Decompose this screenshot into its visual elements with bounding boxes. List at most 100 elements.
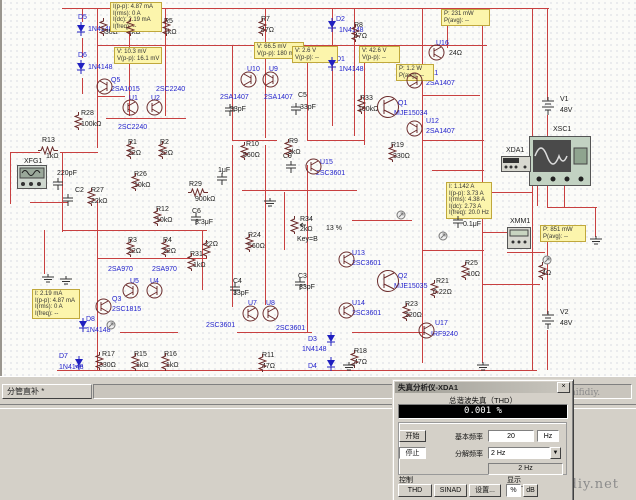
wire — [532, 8, 533, 370]
wire — [284, 192, 285, 250]
wire — [432, 170, 484, 171]
wire — [547, 330, 548, 370]
multimeter-xmm1[interactable] — [507, 227, 531, 249]
component-label: 220pF — [57, 170, 77, 177]
rv-symbol — [161, 239, 170, 257]
fundamental-frequency-input[interactable]: 20 — [488, 430, 534, 442]
resolution-frequency-label: 分解频率 — [437, 449, 483, 459]
percent-display-button[interactable]: % — [506, 484, 521, 497]
rv-symbol — [402, 303, 411, 321]
rv-symbol — [430, 280, 439, 298]
gnd-symbol — [590, 236, 602, 245]
dio-symbol — [327, 57, 337, 71]
rv-symbol — [245, 234, 254, 252]
component-label: U12 — [426, 118, 439, 125]
cap-symbol — [52, 178, 64, 190]
wire — [482, 232, 508, 233]
rh-symbol — [188, 188, 208, 197]
db-display-button[interactable]: dB — [523, 484, 538, 497]
dio-symbol — [78, 318, 88, 332]
npn-symbol — [418, 322, 435, 339]
wire — [422, 140, 484, 141]
component-label: R29 — [189, 181, 202, 188]
wire — [547, 207, 597, 208]
npn-symbol — [146, 99, 163, 116]
rv-symbol — [87, 188, 96, 206]
sinad-mode-button[interactable]: SINAD — [434, 484, 467, 497]
close-icon[interactable]: × — [557, 382, 570, 393]
dialog-titlebar[interactable]: 失真分析仪-XDA1 × — [395, 382, 571, 393]
probe-annotation: I: 2.19 mAI(p-p): 4.87 mAI(rms): 0 AI(fr… — [32, 289, 80, 319]
settings-button[interactable]: 设置... — [469, 484, 501, 497]
stop-button[interactable]: 停止 — [399, 447, 426, 459]
rv-symbol — [74, 112, 83, 130]
npn-symbol — [95, 298, 112, 315]
rv-symbol — [284, 139, 293, 157]
component-label: C5 — [298, 92, 307, 99]
component-label: XSC1 — [553, 126, 571, 133]
wire — [422, 8, 423, 363]
component-label: D7 — [59, 353, 68, 360]
thd-mode-button[interactable]: THD — [398, 484, 432, 497]
npn-symbol — [242, 305, 259, 322]
wire — [232, 45, 233, 140]
cap-symbol — [224, 104, 236, 116]
wire — [422, 95, 480, 96]
pnp-symbol — [146, 282, 163, 299]
component-label: XMM1 — [510, 218, 530, 225]
pnp-symbol — [406, 120, 423, 137]
sheet-tab[interactable]: 分管直补 * — [2, 384, 92, 399]
component-label: Key=B — [297, 236, 318, 243]
component-label: 2SC2240 — [156, 86, 185, 93]
wire — [547, 240, 548, 314]
rv-symbol — [187, 253, 196, 271]
distortion-analyzer-dialog: 失真分析仪-XDA1 × 总谐波失真（THD） 0.001 % 开始 停止 基本… — [392, 379, 574, 500]
component-label: 2SA1015 — [111, 86, 140, 93]
cap-symbol — [452, 216, 464, 228]
rv-symbol — [131, 353, 140, 371]
npn-symbol — [338, 302, 355, 319]
rv-symbol — [357, 96, 366, 114]
distortion-analyzer-xda1[interactable] — [501, 156, 531, 172]
rv-symbol — [158, 141, 167, 159]
component-label: 2SA1407 — [426, 128, 455, 135]
thd-value-display: 0.001 % — [398, 404, 568, 419]
rv-symbol — [99, 18, 108, 36]
rv-symbol — [258, 18, 267, 36]
probe-symbol — [542, 255, 552, 265]
oscilloscope-xsc1[interactable] — [529, 136, 591, 186]
rv-symbol — [126, 18, 135, 36]
component-label: D4 — [308, 363, 317, 370]
component-label: 24Ω — [449, 50, 462, 57]
component-label: 2SC3601 — [352, 310, 381, 317]
component-label: 1N4148 — [88, 64, 113, 71]
wire — [307, 140, 365, 141]
chevron-down-icon[interactable]: ▼ — [550, 447, 561, 459]
rv-symbol — [126, 239, 135, 257]
cap-symbol — [294, 278, 306, 290]
wire — [62, 152, 63, 232]
wire — [120, 332, 178, 333]
dio-symbol — [327, 18, 337, 32]
component-label: 48V — [560, 107, 572, 114]
component-label: 33pF — [300, 104, 316, 111]
probe-symbol — [106, 320, 116, 330]
schematic-canvas[interactable]: D51N4148D61N4148330Ω1kΩR51kΩQ52SA1015U1U… — [0, 0, 636, 378]
fundamental-frequency-unit: Hz — [537, 430, 559, 442]
pnp-symbol — [122, 282, 139, 299]
resolution-frequency-select[interactable]: 2 Hz — [488, 447, 550, 459]
probe-annotation: I: 1.142 AI(p-p): 3.73 AI(rms): 4.38 AI(… — [446, 182, 492, 219]
function-generator-xfg1[interactable] — [17, 165, 47, 189]
wire — [507, 252, 545, 253]
gnd-symbol — [264, 198, 276, 207]
component-label: 13 % — [326, 225, 342, 232]
probe-symbol — [438, 231, 448, 241]
component-label: Q3 — [112, 296, 121, 303]
wire — [97, 200, 98, 370]
wire — [564, 186, 565, 208]
component-label: D6 — [78, 52, 87, 59]
start-button[interactable]: 开始 — [399, 430, 426, 442]
gnd-symbol — [343, 362, 355, 371]
rv-symbol — [131, 173, 140, 191]
gnd-symbol — [477, 362, 489, 371]
